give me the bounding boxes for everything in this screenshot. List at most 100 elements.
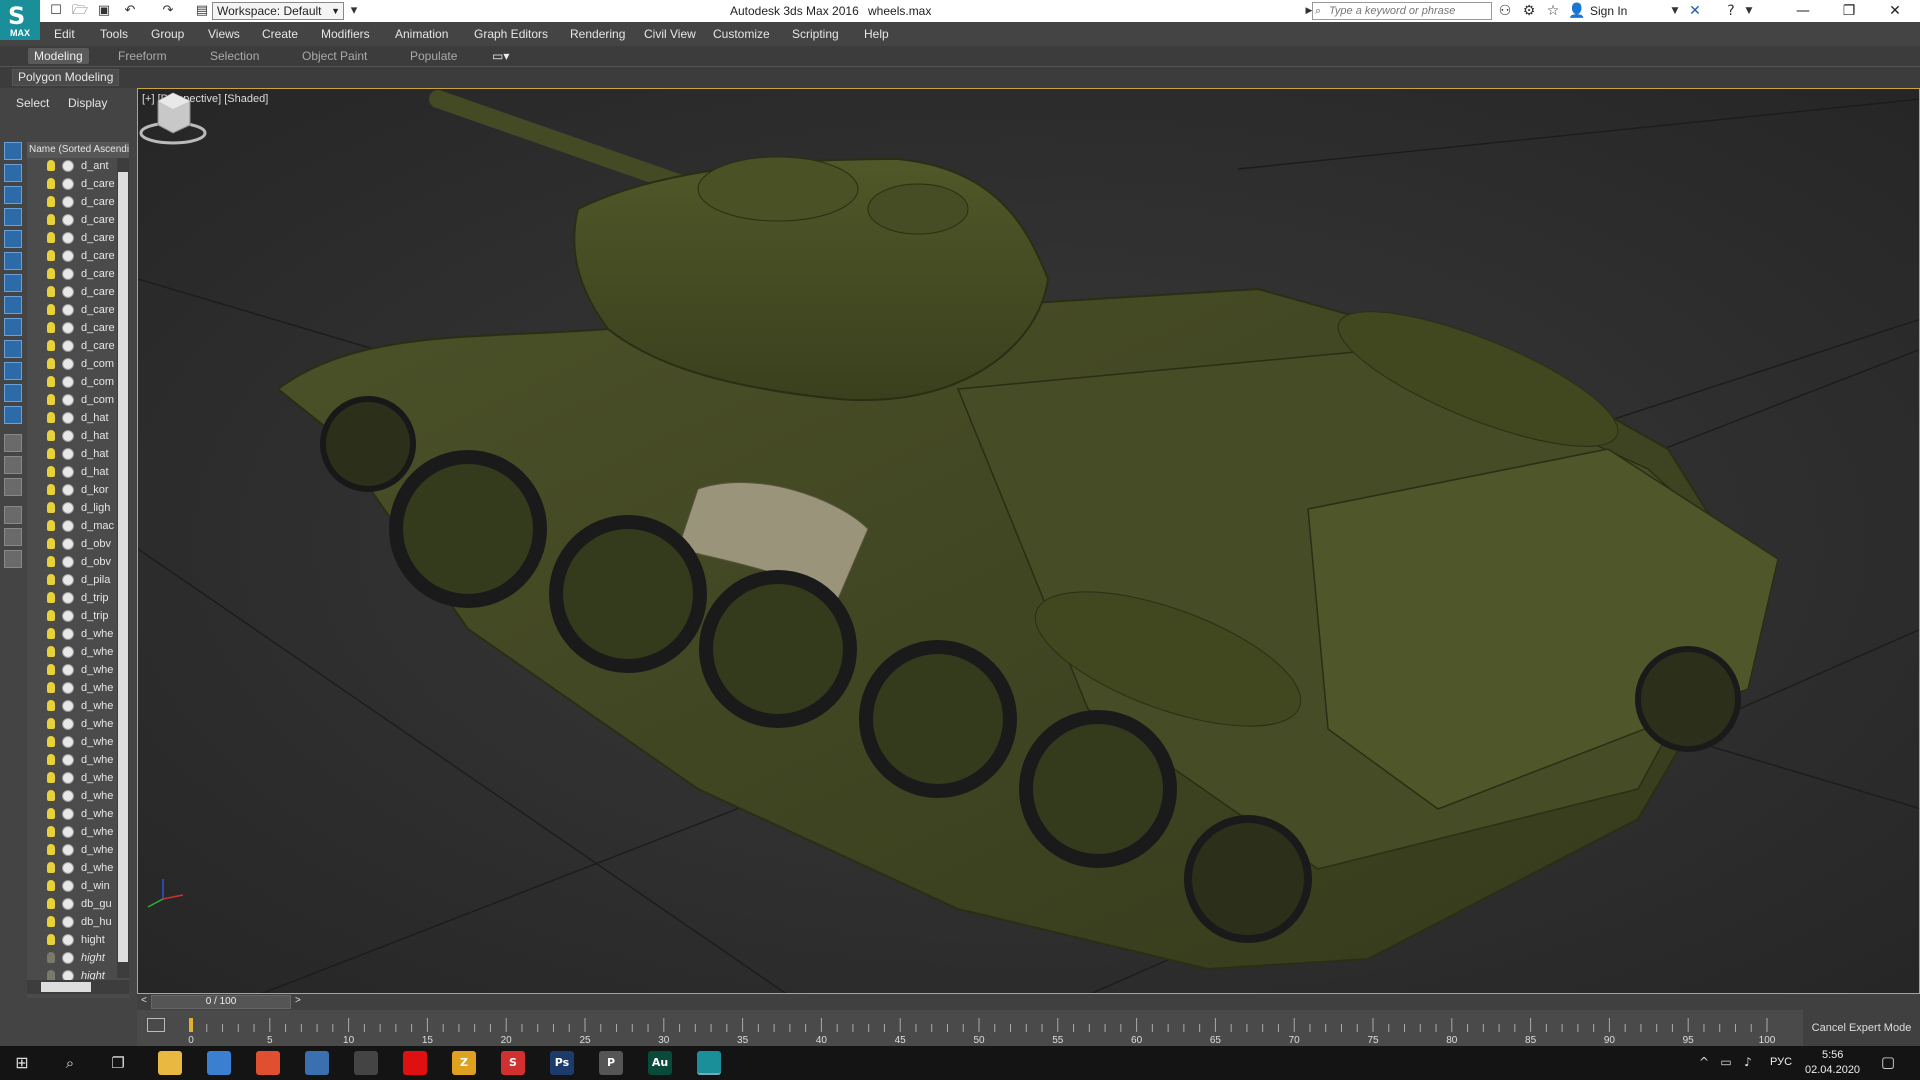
- light-bulb-icon[interactable]: [47, 322, 55, 333]
- light-bulb-icon[interactable]: [47, 718, 55, 729]
- list-item[interactable]: d_com: [27, 356, 117, 374]
- light-bulb-icon[interactable]: [47, 304, 55, 315]
- show-hidden-icons-icon[interactable]: ^: [1696, 1054, 1712, 1070]
- list-item[interactable]: d_whe: [27, 806, 117, 824]
- list-item[interactable]: d_care: [27, 284, 117, 302]
- undo-icon[interactable]: ↶: [122, 3, 138, 19]
- paint-icon[interactable]: [256, 1051, 280, 1075]
- search-input[interactable]: ⌕ Type a keyword or phrase: [1312, 2, 1492, 20]
- light-bulb-icon[interactable]: [47, 520, 55, 531]
- visibility-toggle-icon[interactable]: [62, 574, 74, 586]
- menu-animation[interactable]: Animation: [395, 27, 448, 41]
- app-logo[interactable]: S MAX: [0, 0, 40, 40]
- light-bulb-icon[interactable]: [47, 466, 55, 477]
- visibility-toggle-icon[interactable]: [62, 808, 74, 820]
- photoshop-icon[interactable]: Ps: [550, 1051, 574, 1075]
- light-bulb-icon[interactable]: [47, 664, 55, 675]
- light-bulb-icon[interactable]: [47, 880, 55, 891]
- visibility-toggle-icon[interactable]: [62, 520, 74, 532]
- list-item[interactable]: d_whe: [27, 698, 117, 716]
- visibility-toggle-icon[interactable]: [62, 376, 74, 388]
- exchange-icon[interactable]: ✕: [1686, 2, 1704, 20]
- light-bulb-icon[interactable]: [47, 826, 55, 837]
- visibility-toggle-icon[interactable]: [62, 682, 74, 694]
- light-bulb-icon[interactable]: [47, 232, 55, 243]
- list-item[interactable]: d_whe: [27, 770, 117, 788]
- communication-icon[interactable]: ⚙: [1520, 2, 1538, 20]
- list-item[interactable]: d_ant: [27, 158, 117, 176]
- clock-time[interactable]: 5:56: [1822, 1049, 1843, 1061]
- list-item[interactable]: d_care: [27, 230, 117, 248]
- list-item[interactable]: d_care: [27, 320, 117, 338]
- light-bulb-icon[interactable]: [47, 790, 55, 801]
- list-item[interactable]: d_mac: [27, 518, 117, 536]
- list-item[interactable]: d_whe: [27, 716, 117, 734]
- visibility-toggle-icon[interactable]: [62, 250, 74, 262]
- list-item[interactable]: d_whe: [27, 788, 117, 806]
- visibility-toggle-icon[interactable]: [62, 538, 74, 550]
- visibility-toggle-icon[interactable]: [62, 286, 74, 298]
- list-item[interactable]: d_care: [27, 248, 117, 266]
- light-bulb-icon[interactable]: [47, 844, 55, 855]
- display-frozen-icon[interactable]: [4, 384, 22, 402]
- display-lights-icon[interactable]: [4, 208, 22, 226]
- list-item[interactable]: d_whe: [27, 752, 117, 770]
- visibility-toggle-icon[interactable]: [62, 952, 74, 964]
- tab-display[interactable]: Display: [68, 96, 107, 110]
- workspace-dropdown[interactable]: Workspace: Default ▼: [212, 2, 344, 20]
- list-item[interactable]: d_care: [27, 176, 117, 194]
- visibility-toggle-icon[interactable]: [62, 466, 74, 478]
- task-view-icon[interactable]: ❐: [110, 1055, 126, 1071]
- menu-tools[interactable]: Tools: [100, 27, 128, 41]
- menu-scripting[interactable]: Scripting: [792, 27, 839, 41]
- light-bulb-icon[interactable]: [47, 610, 55, 621]
- clock-date[interactable]: 02.04.2020: [1805, 1064, 1860, 1076]
- network-icon[interactable]: ▭: [1718, 1054, 1734, 1070]
- list-item[interactable]: d_hat: [27, 428, 117, 446]
- display-none-icon[interactable]: [4, 142, 22, 160]
- help-icon[interactable]: ?: [1722, 2, 1740, 20]
- menu-group[interactable]: Group: [151, 27, 184, 41]
- light-bulb-icon[interactable]: [47, 808, 55, 819]
- light-bulb-icon[interactable]: [47, 412, 55, 423]
- perspective-viewport[interactable]: [+] [Perspective] [Shaded]: [137, 88, 1920, 994]
- light-bulb-icon[interactable]: [47, 628, 55, 639]
- p-app-icon[interactable]: P: [599, 1051, 623, 1075]
- 3dsmax-icon[interactable]: [697, 1051, 721, 1075]
- minimize-button[interactable]: —: [1780, 0, 1826, 22]
- list-item[interactable]: d_com: [27, 374, 117, 392]
- tab-freeform[interactable]: Freeform: [112, 48, 173, 64]
- light-bulb-icon[interactable]: [47, 430, 55, 441]
- layer-options-icon[interactable]: [4, 550, 22, 568]
- display-groups-icon[interactable]: [4, 296, 22, 314]
- chevron-down-icon[interactable]: ▼: [1666, 2, 1684, 20]
- display-shapes-icon[interactable]: [4, 186, 22, 204]
- light-bulb-icon[interactable]: [47, 700, 55, 711]
- trackbar[interactable]: 0 5 10 15 20 25 30 35 40 45 50 55 60 65 70 75 80 85 90 95 10…: [137, 1010, 1803, 1046]
- list-item[interactable]: d_whe: [27, 734, 117, 752]
- open-file-icon[interactable]: 🗁: [72, 3, 88, 19]
- light-bulb-icon[interactable]: [47, 340, 55, 351]
- tab-select[interactable]: Select: [16, 96, 49, 110]
- invert-display-icon[interactable]: [4, 478, 22, 496]
- language-indicator[interactable]: РУС: [1770, 1056, 1792, 1068]
- menu-edit[interactable]: Edit: [54, 27, 75, 41]
- list-item[interactable]: d_hat: [27, 446, 117, 464]
- next-frame-icon[interactable]: >: [295, 995, 301, 1006]
- menu-customize[interactable]: Customize: [713, 27, 770, 41]
- light-bulb-icon[interactable]: [47, 682, 55, 693]
- visibility-toggle-icon[interactable]: [62, 448, 74, 460]
- visibility-toggle-icon[interactable]: [62, 502, 74, 514]
- light-bulb-icon[interactable]: [47, 754, 55, 765]
- light-bulb-icon[interactable]: [47, 736, 55, 747]
- plane-icon[interactable]: [354, 1051, 378, 1075]
- visibility-toggle-icon[interactable]: [62, 862, 74, 874]
- redo-icon[interactable]: ↷: [160, 3, 176, 19]
- time-slider[interactable]: < 0 / 100 >: [137, 994, 1920, 1010]
- visibility-toggle-icon[interactable]: [62, 196, 74, 208]
- light-bulb-icon[interactable]: [47, 502, 55, 513]
- volume-icon[interactable]: ♪: [1740, 1054, 1756, 1070]
- visibility-toggle-icon[interactable]: [62, 646, 74, 658]
- light-bulb-icon[interactable]: [47, 934, 55, 945]
- customize-quick-access-icon[interactable]: ▾: [346, 3, 362, 19]
